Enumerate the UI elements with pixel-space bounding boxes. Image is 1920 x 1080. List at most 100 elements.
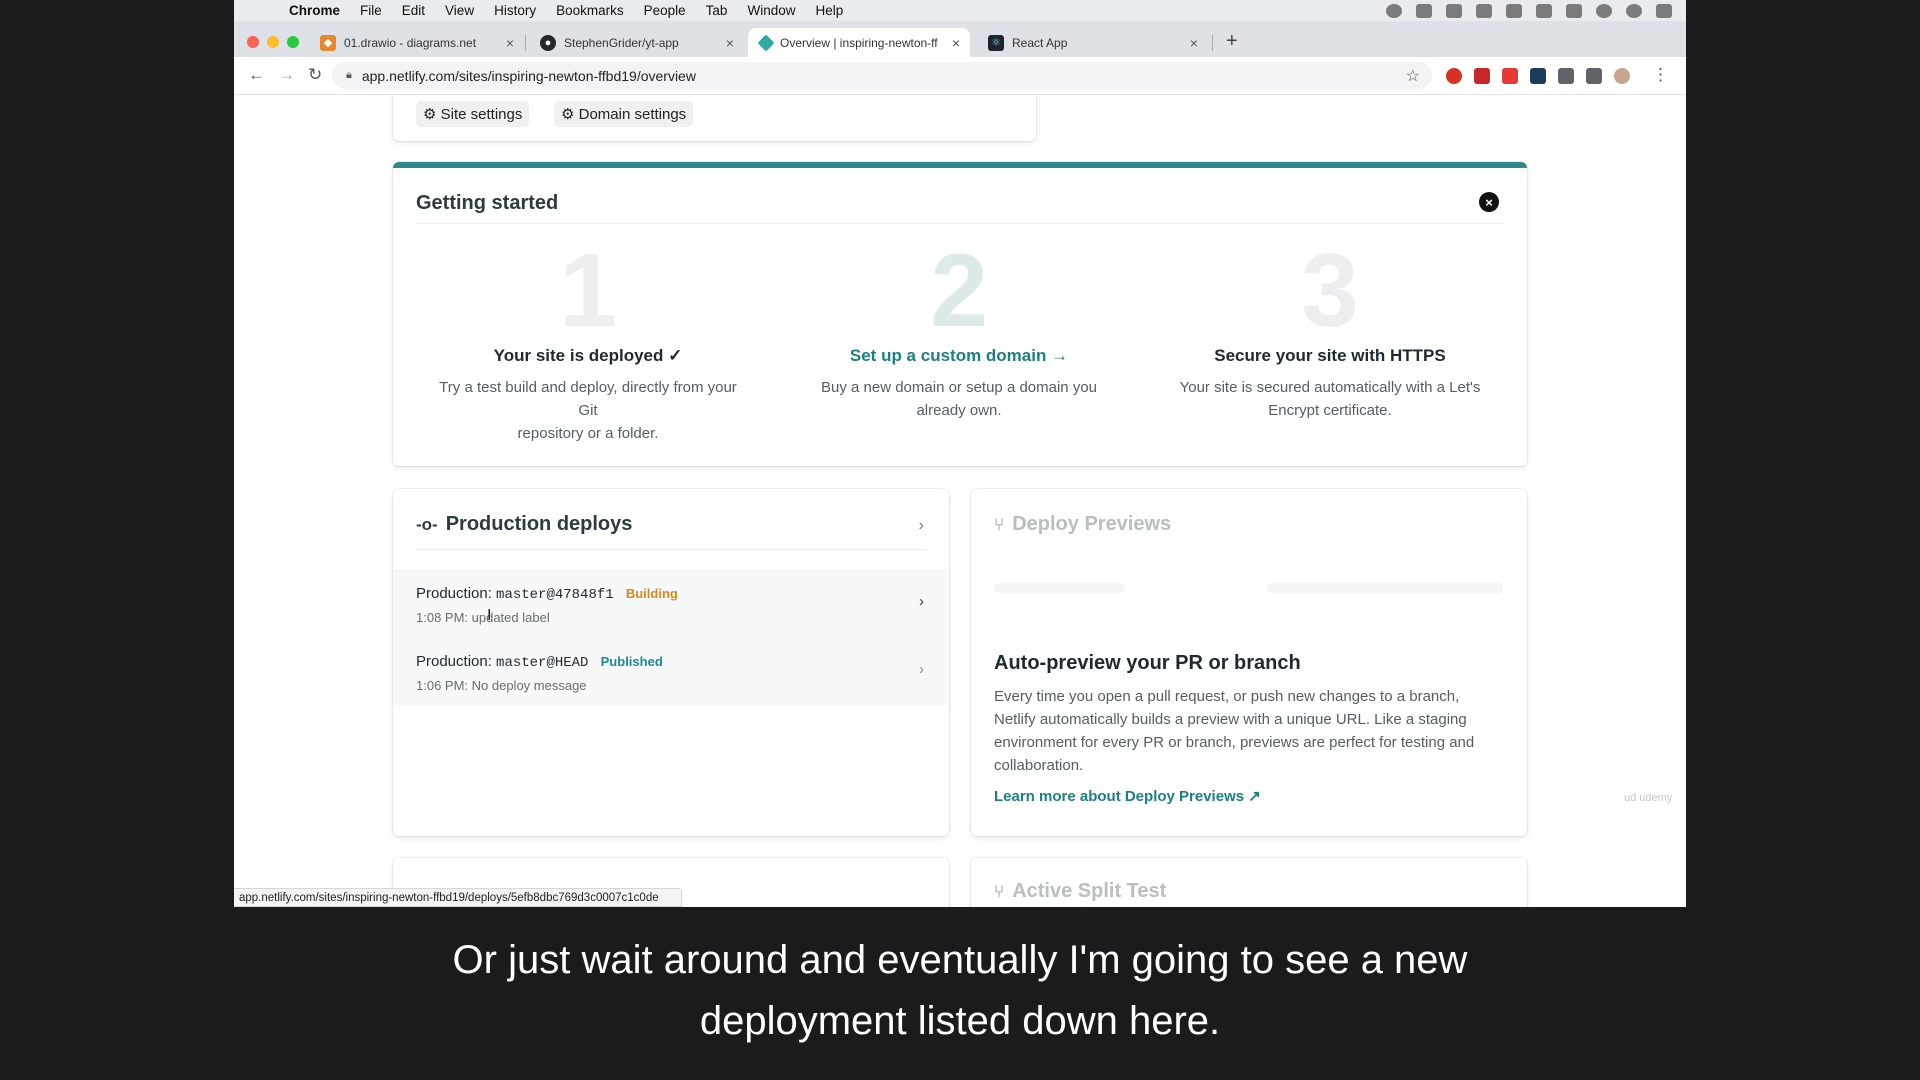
custom-domain-link[interactable]: Set up a custom domain → [799,346,1119,366]
deploy-message: 1:06 PM: No deploy message [416,678,587,693]
link-status-bar: app.netlify.com/sites/inspiring-newton-f… [234,888,682,907]
udemy-watermark: ud udemy [1624,792,1673,804]
deploy-title: Production: master@47848f1 Building [416,585,678,603]
menu-tab[interactable]: Tab [706,3,728,18]
close-icon[interactable]: × [1479,192,1499,212]
battery-icon[interactable] [1566,3,1582,18]
menu-help[interactable]: Help [815,3,843,18]
skeleton-placeholder [994,583,1124,593]
creative-cloud-icon[interactable] [1386,3,1402,18]
zoom-window-icon[interactable] [287,36,299,48]
step-title: Secure your site with HTTPS [1214,346,1446,365]
chevron-right-icon[interactable]: › [919,661,924,678]
netlify-icon [757,34,775,51]
extension-icon[interactable] [1502,68,1518,84]
reading-list-icon[interactable] [1586,68,1602,84]
browser-window: Chrome File Edit View History Bookmarks … [234,0,1686,907]
step-number: 2 [930,233,988,349]
learn-more-link[interactable]: Learn more about Deploy Previews ↗ [994,787,1261,805]
mac-menu-bar: Chrome File Edit View History Bookmarks … [234,0,1686,21]
caption-line: Or just wait around and eventually I'm g… [452,938,1468,982]
cloud-icon[interactable] [1506,3,1522,18]
extension-badge-icon[interactable] [1474,68,1490,84]
skeleton-placeholder [1267,583,1503,593]
cursor-icon[interactable] [1446,3,1462,18]
menu-file[interactable]: File [360,3,382,18]
production-deploys-card: -o- Production deploys › Production: mas… [393,489,949,836]
deploy-row-building[interactable]: Production: master@47848f1 Building 1:08… [393,569,949,637]
menu-chrome[interactable]: Chrome [289,3,340,18]
status-badge: Published [600,654,663,669]
menu-view[interactable]: View [445,3,474,18]
url-text: app.netlify.com/sites/inspiring-newton-f… [361,67,696,84]
tab-drawio[interactable]: ◆ 01.drawio - diagrams.net × [308,28,524,57]
docker-icon[interactable] [1416,3,1432,18]
siri-icon[interactable] [1626,3,1642,18]
reload-icon[interactable]: ↻ [308,65,322,85]
back-icon[interactable]: ← [248,65,265,85]
tab-netlify-overview[interactable]: Overview | inspiring-newton-ff × [748,28,970,57]
tab-github[interactable]: ● StephenGrider/yt-app × [528,28,744,57]
glasses-icon[interactable] [1476,3,1492,18]
site-settings-button[interactable]: ⚙ Site settings [416,101,530,127]
bookmark-star-icon[interactable]: ☆ [1406,66,1420,86]
puzzle-icon[interactable] [1558,68,1574,84]
address-bar[interactable]: 🔒︎ app.netlify.com/sites/inspiring-newto… [332,62,1432,89]
tab-react-app[interactable]: ⚛ React App × [976,28,1208,57]
react-devtools-icon[interactable] [1530,68,1546,84]
lock-icon[interactable]: 🔒︎ [346,69,352,82]
close-window-icon[interactable] [247,36,259,48]
step-title: Your site is deployed ✓ [493,346,683,365]
menu-edit[interactable]: Edit [402,3,425,18]
ublock-icon[interactable] [1446,68,1462,84]
status-badge: Building [625,586,678,601]
spotlight-search-icon[interactable] [1596,3,1612,18]
close-tab-icon[interactable]: × [952,35,960,51]
step-description: Your site is secured automatically with … [1179,379,1481,419]
step-description: Buy a new domain or setup a domain you a… [821,379,1097,419]
minimize-window-icon[interactable] [267,36,279,48]
close-tab-icon[interactable]: × [1190,35,1198,51]
menu-people[interactable]: People [644,3,686,18]
menu-history[interactable]: History [494,3,536,18]
new-tab-button[interactable]: + [1226,30,1238,53]
chevron-right-icon[interactable]: › [919,593,924,610]
step-number: 1 [559,233,617,349]
caption-line: deployment listed down here. [699,999,1221,1043]
wifi-icon[interactable] [1536,3,1552,18]
menu-bookmarks[interactable]: Bookmarks [556,3,624,18]
chevron-right-icon[interactable]: › [919,517,924,535]
github-icon: ● [540,34,556,51]
tab-title: 01.drawio - diagrams.net [344,35,477,50]
notification-center-icon[interactable] [1656,3,1672,18]
deploy-previews-text: Every time you open a pull request, or p… [994,688,1475,774]
split-test-header: ⑂ Active Split Test [994,880,1167,902]
netlify-page: ⚙ Site settings ⚙ Domain settings Gettin… [234,96,1686,907]
deploy-row-published[interactable]: Production: master@HEAD Published 1:06 P… [393,637,949,705]
split-icon: ⑂ [994,881,1005,901]
getting-started-title: Getting started [416,192,559,214]
site-info-card: ⚙ Site settings ⚙ Domain settings [393,96,1036,141]
react-icon: ⚛ [988,34,1004,51]
deploy-previews-header: ⑂ Deploy Previews [994,513,1172,535]
forward-icon[interactable]: → [278,65,295,85]
close-tab-icon[interactable]: × [726,35,734,51]
close-tab-icon[interactable]: × [506,35,514,51]
production-deploys-header[interactable]: -o- Production deploys [416,513,632,536]
tab-strip: ◆ 01.drawio - diagrams.net × ● StephenGr… [234,21,1686,57]
window-controls [247,36,299,48]
tab-title: StephenGrider/yt-app [564,35,679,50]
step-number: 3 [1301,233,1359,349]
domain-settings-button[interactable]: ⚙ Domain settings [554,101,694,127]
deploy-previews-card: ⑂ Deploy Previews Auto-preview your PR o… [971,489,1527,836]
gear-icon: ⚙ [561,106,579,123]
profile-avatar-icon[interactable] [1614,68,1630,84]
browser-toolbar: ← → ↻ 🔒︎ app.netlify.com/sites/inspiring… [234,57,1686,95]
deploy-title: Production: master@HEAD Published [416,653,663,671]
menu-kebab-icon[interactable]: ⋮ [1652,65,1669,85]
menu-window[interactable]: Window [747,3,795,18]
tab-title: React App [1012,35,1068,50]
commit-icon: -o- [416,514,438,534]
mouse-cursor: I [487,607,492,624]
drawio-icon: ◆ [320,34,336,51]
